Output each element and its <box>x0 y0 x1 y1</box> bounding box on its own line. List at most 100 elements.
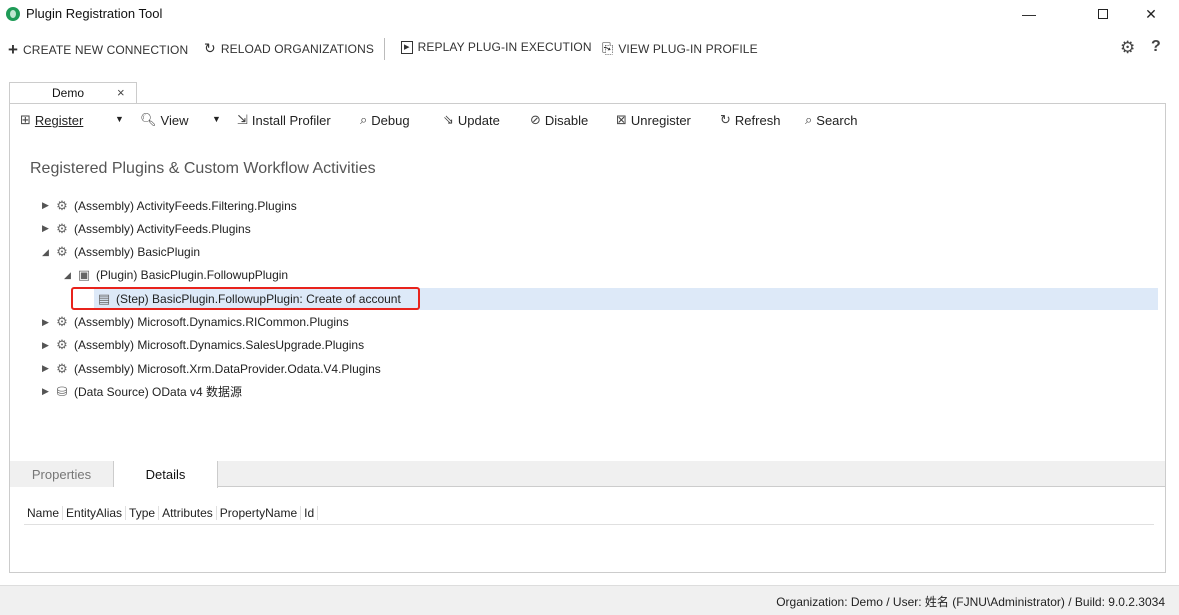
reload-icon: ↻ <box>204 40 216 56</box>
disable-label: Disable <box>544 112 589 128</box>
install-profiler-icon: ⇲ <box>237 112 248 127</box>
register-button[interactable]: ⊞ Register <box>20 112 83 128</box>
tree-node[interactable]: ▤ (Step) BasicPlugin.FollowupPlugin: Crea… <box>84 287 401 310</box>
replay-execution-button[interactable]: ▸ REPLAY PLUG-IN EXECUTION <box>401 40 592 54</box>
register-label: Register <box>34 112 84 128</box>
collapsed-arrow-icon[interactable]: ▶ <box>42 200 54 211</box>
view-profile-button[interactable]: ⎘ VIEW PLUG-IN PROFILE <box>602 40 758 57</box>
expanded-arrow-icon[interactable]: ◢ <box>64 270 76 281</box>
replay-label: REPLAY PLUG-IN EXECUTION <box>417 40 592 54</box>
main-panel: ⊞ Register ▼ 🔍︎ View ▼ ⇲ Install Profile… <box>9 103 1166 573</box>
replay-icon: ▸ <box>401 40 413 54</box>
unregister-button[interactable]: ⊠ Unregister <box>616 112 691 128</box>
update-icon: ⇘ <box>443 112 454 127</box>
assembly-icon: ⚙ <box>56 360 68 376</box>
view-icon: 🔍︎ <box>140 112 157 127</box>
assembly-icon: ⚙ <box>56 337 68 353</box>
plugin-icon: ▣ <box>77 267 91 283</box>
tree-node-label: (Assembly) ActivityFeeds.Plugins <box>74 221 251 236</box>
tree-node-label: (Plugin) BasicPlugin.FollowupPlugin <box>96 268 289 283</box>
collapsed-arrow-icon[interactable]: ▶ <box>42 223 54 234</box>
assembly-icon: ⚙ <box>56 220 68 236</box>
register-dropdown-icon[interactable]: ▼ <box>115 114 124 124</box>
tree-node[interactable]: ▶ ⚙ (Assembly) ActivityFeeds.Filtering.Plu… <box>42 194 297 217</box>
tree-node-label: (Assembly) Microsoft.Dynamics.SalesUpgra… <box>74 338 365 353</box>
collapsed-arrow-icon[interactable]: ▶ <box>42 340 54 351</box>
search-button[interactable]: ⌕ Search <box>805 112 857 128</box>
view-dropdown-icon[interactable]: ▼ <box>212 114 221 124</box>
view-profile-label: VIEW PLUG-IN PROFILE <box>618 41 758 56</box>
install-profiler-label: Install Profiler <box>251 112 331 128</box>
plus-icon: + <box>8 40 19 59</box>
profile-icon: ⎘ <box>602 40 614 56</box>
datasource-icon: ⛁ <box>56 383 68 399</box>
tree-node-label: (Step) BasicPlugin.FollowupPlugin: Creat… <box>116 291 401 306</box>
tab-properties[interactable]: Properties <box>10 461 114 487</box>
collapsed-arrow-icon[interactable]: ▶ <box>42 317 54 328</box>
collapsed-arrow-icon[interactable]: ▶ <box>42 363 54 374</box>
register-icon: ⊞ <box>20 112 31 127</box>
search-label: Search <box>816 112 858 128</box>
assembly-icon: ⚙ <box>56 197 68 213</box>
expanded-arrow-icon[interactable]: ◢ <box>42 247 54 258</box>
assembly-icon: ⚙ <box>56 314 68 329</box>
create-connection-label: CREATE NEW CONNECTION <box>23 43 189 57</box>
tree-node-label: (Assembly) Microsoft.Dynamics.RICommon.P… <box>74 315 349 329</box>
tree-node[interactable]: ▶ ⚙ (Assembly) ActivityFeeds.Plugins <box>42 217 251 240</box>
column-header[interactable]: Name <box>24 505 64 520</box>
details-grid-header: Name EntityAlias Type Attributes PropertyNam… <box>24 501 1154 525</box>
column-header[interactable]: PropertyName <box>217 505 302 520</box>
tree-node[interactable]: ◢ ⚙ (Assembly) BasicPlugin <box>42 241 200 264</box>
column-header[interactable]: Id <box>301 505 319 520</box>
column-header[interactable]: Type <box>126 505 160 520</box>
help-button[interactable]: ? <box>1151 38 1161 56</box>
command-bar: + CREATE NEW CONNECTION ↻ RELOAD ORGANIZ… <box>0 28 1179 70</box>
step-icon: ▤ <box>97 290 111 306</box>
refresh-icon: ↻ <box>720 112 731 127</box>
app-logo-icon <box>6 7 20 21</box>
view-button[interactable]: 🔍︎ View <box>140 112 188 128</box>
column-header[interactable]: Attributes <box>159 505 217 520</box>
disable-icon: ⊘ <box>530 112 541 127</box>
title-bar: Plugin Registration Tool — ✕ <box>0 0 1179 28</box>
create-connection-button[interactable]: + CREATE NEW CONNECTION <box>8 40 188 60</box>
minimize-button[interactable]: — <box>1006 0 1052 28</box>
collapsed-arrow-icon[interactable]: ▶ <box>42 386 54 397</box>
column-header[interactable]: EntityAlias <box>63 505 127 520</box>
tab-details[interactable]: Details <box>114 461 218 488</box>
tree-node[interactable]: ◢ ▣ (Plugin) BasicPlugin.FollowupPlugin <box>64 264 288 287</box>
debug-icon: ⌕ <box>360 112 368 127</box>
gear-icon[interactable]: ⚙ <box>1120 38 1135 58</box>
search-icon: ⌕ <box>805 112 813 127</box>
tab-close-icon[interactable]: × <box>117 85 125 100</box>
toolbar: ⊞ Register ▼ 🔍︎ View ▼ ⇲ Install Profile… <box>10 110 1165 132</box>
tree-node[interactable]: ▶ ⚙ (Assembly) Microsoft.Dynamics.RICommon… <box>42 311 349 334</box>
close-button[interactable]: ✕ <box>1128 0 1174 28</box>
disable-button[interactable]: ⊘ Disable <box>530 112 588 128</box>
maximize-button[interactable] <box>1080 0 1126 28</box>
tree-node[interactable]: ▶ ⛁ (Data Source) OData v4 数据源 <box>42 380 242 403</box>
status-text: Organization: Demo / User: 姓名 (FJNU\Admi… <box>776 595 1165 609</box>
refresh-button[interactable]: ↻ Refresh <box>720 112 780 128</box>
unregister-label: Unregister <box>630 112 691 128</box>
reload-organizations-button[interactable]: ↻ RELOAD ORGANIZATIONS <box>204 40 374 57</box>
install-profiler-button[interactable]: ⇲ Install Profiler <box>237 112 331 128</box>
command-separator <box>384 38 385 60</box>
tree-node[interactable]: ▶ ⚙ (Assembly) Microsoft.Xrm.DataProvider.… <box>42 357 381 380</box>
window-title: Plugin Registration Tool <box>26 6 163 21</box>
debug-button[interactable]: ⌕ Debug <box>360 112 410 128</box>
section-title: Registered Plugins & Custom Workflow Act… <box>30 160 376 177</box>
view-label: View <box>160 112 189 128</box>
maximize-icon <box>1098 9 1108 19</box>
bottom-tabs: Properties Details <box>10 461 1165 488</box>
status-bar: Organization: Demo / User: 姓名 (FJNU\Admi… <box>0 585 1179 615</box>
tree-node-label: (Assembly) Microsoft.Xrm.DataProvider.Od… <box>74 361 381 376</box>
tab-demo-label: Demo <box>52 86 85 100</box>
tree-node-label: (Data Source) OData v4 数据源 <box>74 385 243 400</box>
tree-node[interactable]: ▶ ⚙ (Assembly) Microsoft.Dynamics.SalesUpg… <box>42 334 364 357</box>
tab-demo[interactable]: Demo × <box>9 82 137 104</box>
refresh-label: Refresh <box>734 112 781 128</box>
tree-node-label: (Assembly) BasicPlugin <box>74 245 201 260</box>
unregister-icon: ⊠ <box>616 112 627 127</box>
update-button[interactable]: ⇘ Update <box>443 112 500 128</box>
